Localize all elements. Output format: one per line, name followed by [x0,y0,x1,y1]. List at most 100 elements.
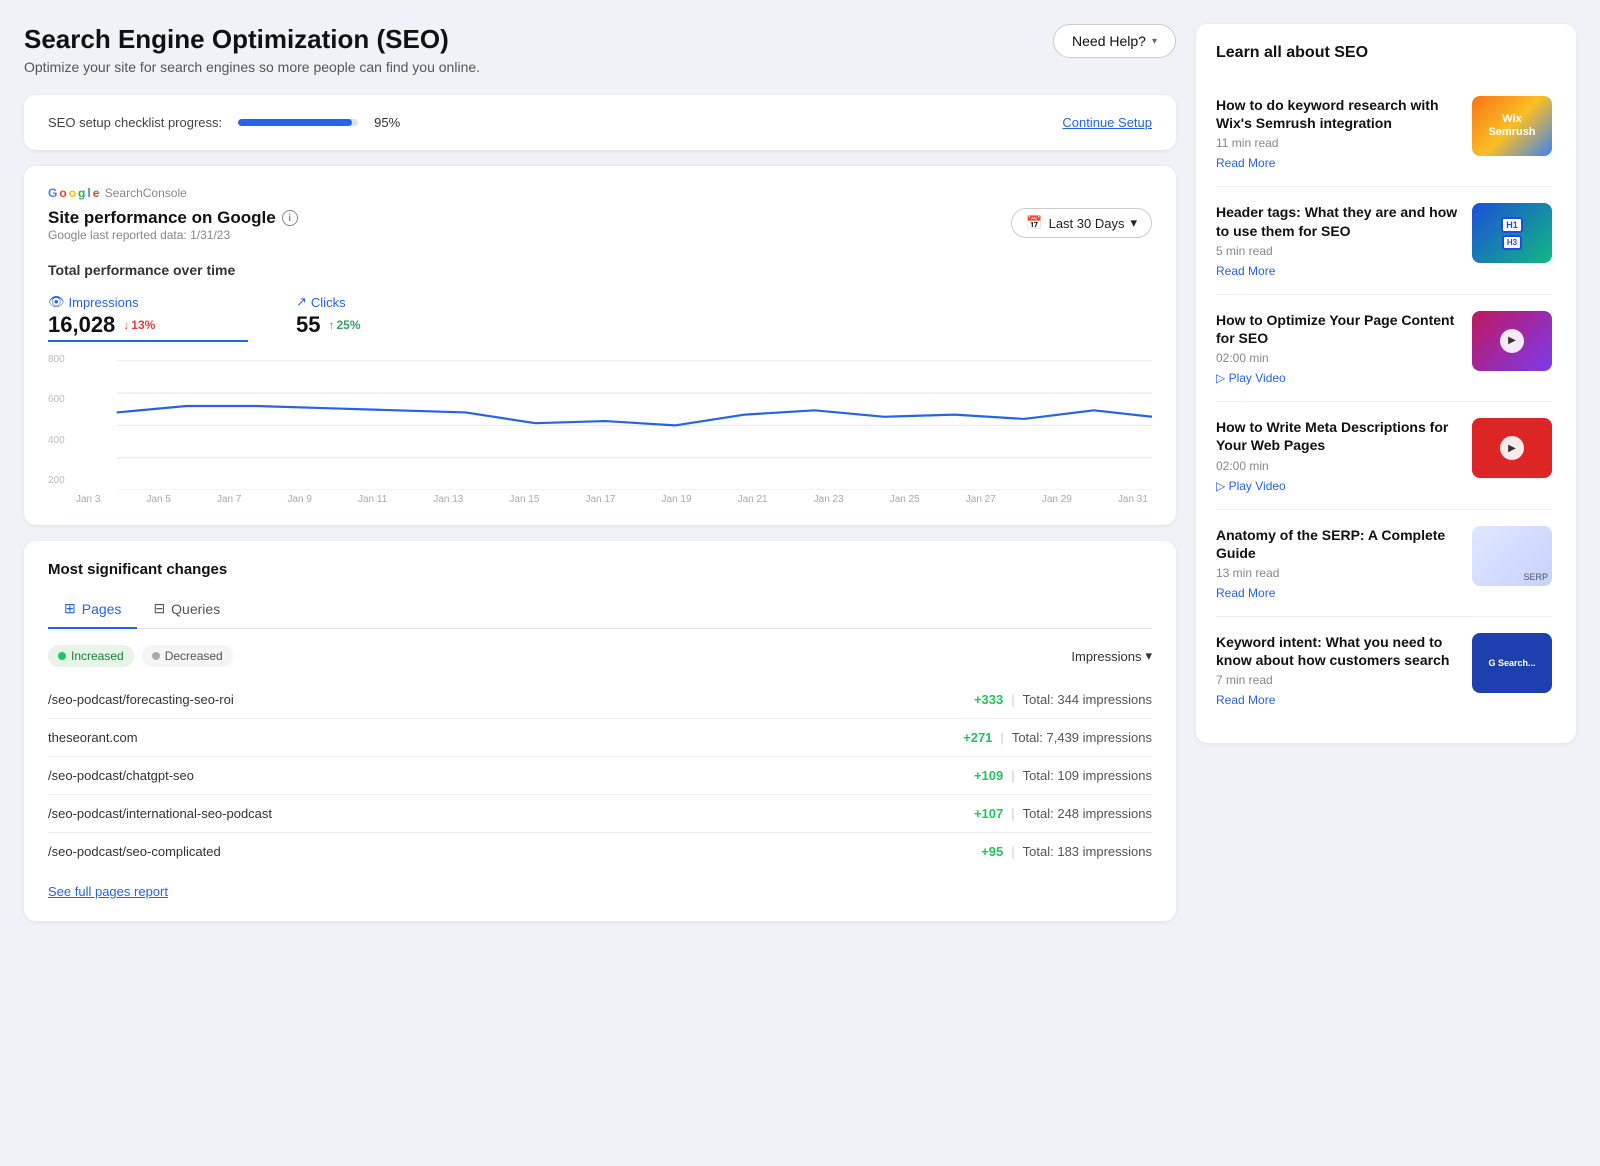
stat-change: +333 [974,692,1003,707]
learn-item-text: How to Optimize Your Page Content for SE… [1216,311,1458,385]
row-url: /seo-podcast/chatgpt-seo [48,768,194,783]
impressions-value: 16,028 [48,312,115,338]
data-table: /seo-podcast/forecasting-seo-roi +333 | … [48,681,1152,870]
learn-item-action[interactable]: Read More [1216,264,1458,278]
badge-decreased[interactable]: Decreased [142,645,233,667]
row-url: /seo-podcast/seo-complicated [48,844,221,859]
search-console-label: SearchConsole [101,186,186,200]
learn-scroll[interactable]: How to do keyword research with Wix's Se… [1216,80,1556,723]
row-stats: +333 | Total: 344 impressions [974,692,1152,707]
chevron-down-icon: ▾ [1130,215,1137,231]
stat-total: Total: 109 impressions [1023,768,1152,783]
learn-item-text: How to do keyword research with Wix's Se… [1216,96,1458,170]
table-row: theseorant.com +271 | Total: 7,439 impre… [48,719,1152,757]
y-axis-labels: 800 600 400 200 [48,350,65,490]
see-report-link[interactable]: See full pages report [48,884,168,899]
learn-item: Header tags: What they are and how to us… [1216,187,1552,294]
learn-item-title: Header tags: What they are and how to us… [1216,203,1458,239]
progress-bar-fill [238,119,352,126]
pages-tab-label: Pages [82,601,122,617]
learn-item-meta: 5 min read [1216,244,1458,258]
decreased-label: Decreased [165,649,223,663]
date-range-button[interactable]: 📅 Last 30 Days ▾ [1011,208,1152,238]
setup-checklist-bar: SEO setup checklist progress: 95% Contin… [24,95,1176,150]
learn-item-text: Anatomy of the SERP: A Complete Guide 13… [1216,526,1458,600]
changes-card: Most significant changes ⊞ Pages ⊟ Queri… [24,541,1176,921]
sort-chevron-icon: ▾ [1145,648,1152,664]
info-icon[interactable]: i [282,210,298,226]
thumbnail-video-person: ▶ [1472,311,1552,371]
sort-button[interactable]: Impressions ▾ [1071,648,1152,664]
learn-item-action[interactable]: ▷ Play Video [1216,479,1458,493]
learn-title: Learn all about SEO [1216,44,1556,62]
learn-thumb: SERP [1472,526,1552,586]
row-url: theseorant.com [48,730,138,745]
increased-label: Increased [71,649,124,663]
learn-item-action[interactable]: ▷ Play Video [1216,371,1458,385]
stat-separator: | [1011,806,1014,821]
learn-item-text: How to Write Meta Descriptions for Your … [1216,418,1458,492]
continue-setup-link[interactable]: Continue Setup [1062,115,1152,130]
impressions-underline [48,340,248,342]
learn-item: How to Optimize Your Page Content for SE… [1216,295,1552,402]
thumbnail-video-man: ▶ [1472,418,1552,478]
eye-icon: 👁 [48,294,65,310]
learn-thumb: ▶ [1472,311,1552,371]
learn-item-title: How to do keyword research with Wix's Se… [1216,96,1458,132]
learn-item-action[interactable]: Read More [1216,693,1458,707]
stat-change: +107 [974,806,1003,821]
learn-item-meta: 13 min read [1216,566,1458,580]
x-axis-labels: Jan 3 Jan 5 Jan 7 Jan 9 Jan 11 Jan 13 Ja… [48,494,1152,505]
dot-green [58,652,66,660]
learn-thumb: ▶ [1472,418,1552,478]
changes-tabs: ⊞ Pages ⊟ Queries [48,592,1152,629]
calendar-icon: 📅 [1026,215,1042,231]
learn-panel: Learn all about SEO How to do keyword re… [1196,24,1576,743]
row-stats: +109 | Total: 109 impressions [974,768,1152,783]
clicks-metric: ↗ Clicks 55 ↑ 25% [296,294,361,342]
chevron-down-icon: ▾ [1152,36,1157,47]
learn-thumb: H1 H3 [1472,203,1552,263]
tab-pages[interactable]: ⊞ Pages [48,592,137,629]
progress-percent: 95% [374,115,400,130]
stat-change: +109 [974,768,1003,783]
learn-item-action[interactable]: Read More [1216,156,1458,170]
clicks-value: 55 [296,312,320,338]
impressions-change: ↓ 13% [123,318,155,332]
performance-title: Site performance on Google i [48,208,298,228]
learn-item-title: Anatomy of the SERP: A Complete Guide [1216,526,1458,562]
thumbnail-keyword: WixSemrush [1472,96,1552,156]
stat-total: Total: 344 impressions [1023,692,1152,707]
row-url: /seo-podcast/forecasting-seo-roi [48,692,234,707]
impressions-label: Impressions [69,295,139,310]
learn-thumb: G Search... [1472,633,1552,693]
impressions-metric: 👁 Impressions 16,028 ↓ 13% [48,294,248,342]
tab-queries[interactable]: ⊟ Queries [137,592,236,629]
stat-total: Total: 7,439 impressions [1012,730,1152,745]
sort-label: Impressions [1071,649,1141,664]
cursor-icon: ↗ [296,294,307,310]
filter-row: Increased Decreased Impressions ▾ [48,645,1152,667]
stat-separator: | [1011,844,1014,859]
learn-item-title: How to Optimize Your Page Content for SE… [1216,311,1458,347]
play-button-icon[interactable]: ▶ [1500,436,1524,460]
stat-separator: | [1011,692,1014,707]
chart-svg [48,350,1152,490]
filter-badges: Increased Decreased [48,645,233,667]
page-subtitle: Optimize your site for search engines so… [24,59,480,75]
clicks-change: ↑ 25% [328,318,360,332]
performance-chart: 800 600 400 200 [48,350,1152,490]
badge-increased[interactable]: Increased [48,645,134,667]
learn-item: Keyword intent: What you need to know ab… [1216,617,1552,723]
performance-card: Google SearchConsole Site performance on… [24,166,1176,525]
table-row: /seo-podcast/forecasting-seo-roi +333 | … [48,681,1152,719]
page-title: Search Engine Optimization (SEO) [24,24,480,55]
learn-item-action[interactable]: Read More [1216,586,1458,600]
need-help-label: Need Help? [1072,33,1146,49]
clicks-label: Clicks [311,295,346,310]
need-help-button[interactable]: Need Help? ▾ [1053,24,1176,58]
learn-item-text: Header tags: What they are and how to us… [1216,203,1458,277]
thumbnail-keyword-intent: G Search... [1472,633,1552,693]
play-button-icon[interactable]: ▶ [1500,329,1524,353]
table-row: /seo-podcast/international-seo-podcast +… [48,795,1152,833]
